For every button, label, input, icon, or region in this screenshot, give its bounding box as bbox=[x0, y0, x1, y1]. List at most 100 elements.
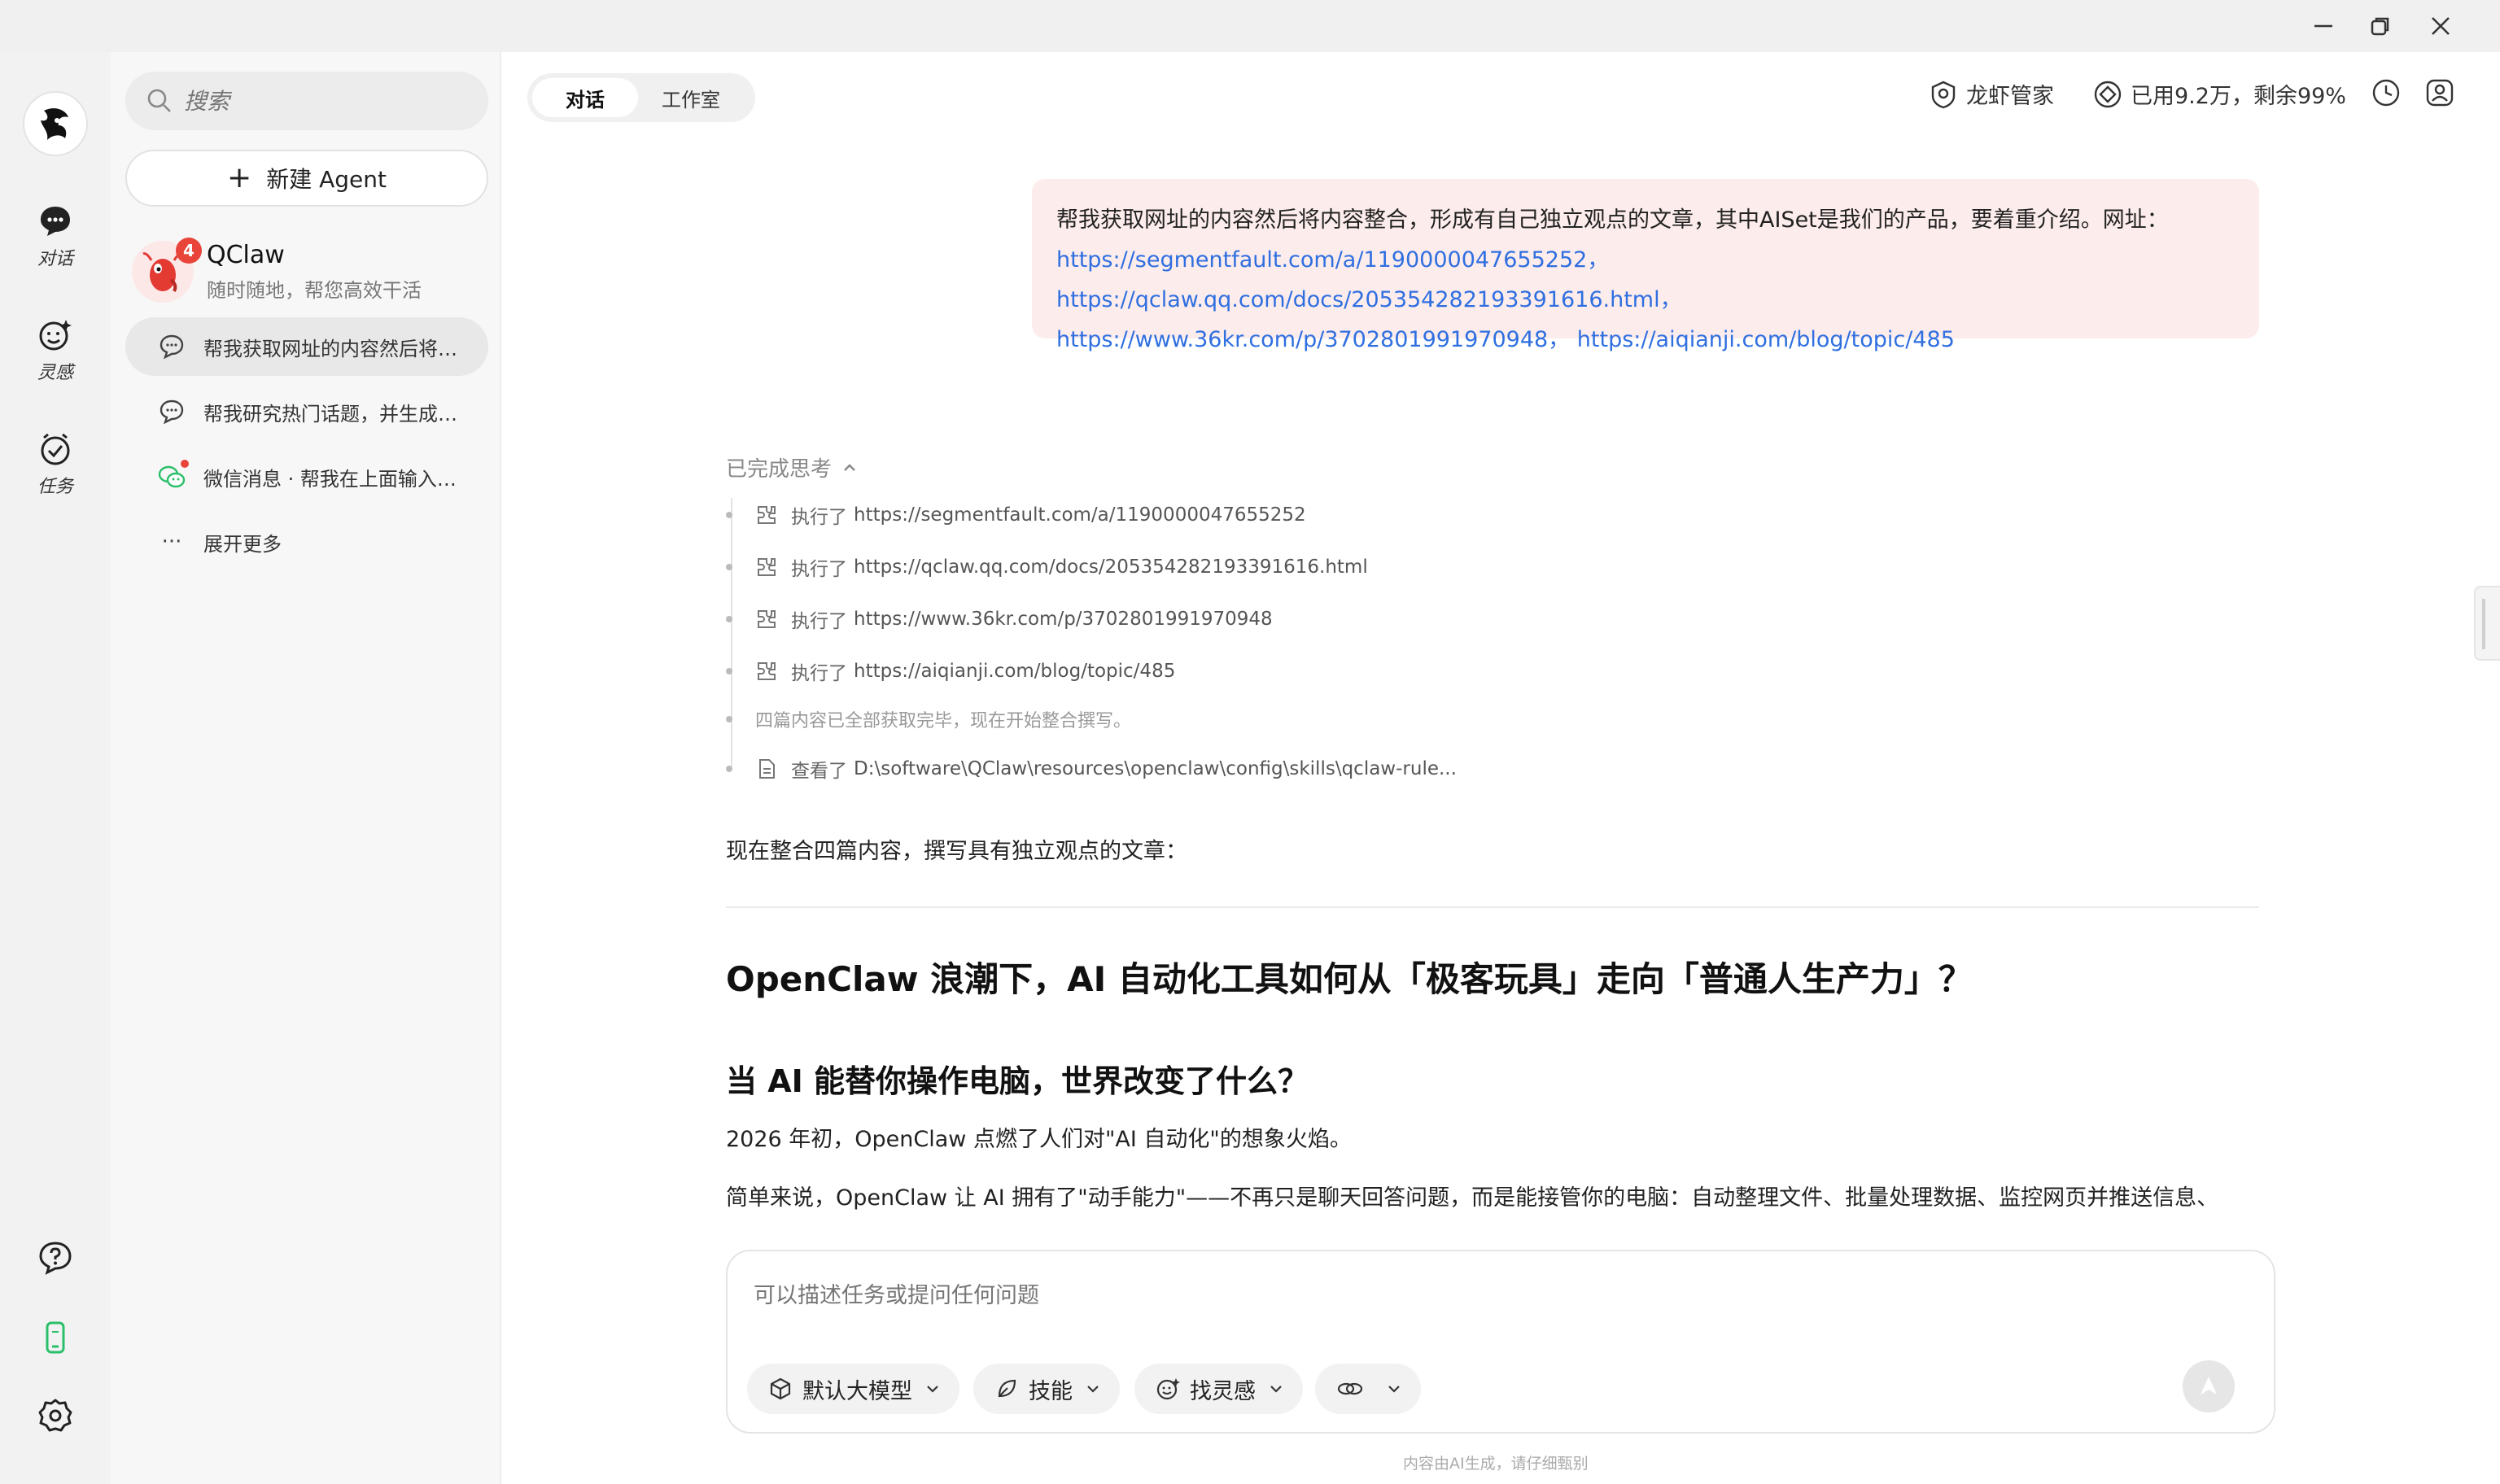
conversation-title: 微信消息 · 帮我在上面输入内容 bbox=[203, 467, 464, 491]
message-input[interactable] bbox=[754, 1277, 2218, 1318]
clock-icon bbox=[2372, 79, 2400, 107]
token-icon bbox=[2094, 81, 2122, 107]
file-icon bbox=[759, 759, 775, 779]
tool-icon bbox=[758, 610, 776, 628]
message-link[interactable]: https://qclaw.qq.com/docs/20535428219339… bbox=[1056, 287, 1682, 312]
rail-item-chat[interactable]: 对话 bbox=[0, 203, 111, 270]
manager-label: 龙虾管家 bbox=[1966, 84, 2054, 109]
new-agent-label: 新建 Agent bbox=[266, 166, 387, 193]
tool-icon bbox=[758, 662, 776, 680]
message-text: 帮我获取网址的内容然后将内容整合，形成有自己独立观点的文章，其中AISet是我们… bbox=[1056, 207, 2169, 233]
conversation-item[interactable]: 帮我获取网址的内容然后将内容整合 bbox=[125, 317, 488, 376]
tab-chat[interactable]: 对话 bbox=[532, 78, 638, 117]
step-target[interactable]: https://qclaw.qq.com/docs/20535428219339… bbox=[854, 556, 1368, 578]
skills-label: 技能 bbox=[1029, 1378, 1073, 1404]
profile-button[interactable] bbox=[2425, 78, 2463, 107]
title-bar bbox=[0, 0, 2500, 52]
step-target[interactable]: https://segmentfault.com/a/1190000047655… bbox=[854, 504, 1306, 526]
unread-badge: 4 bbox=[176, 238, 202, 264]
cube-icon bbox=[770, 1377, 791, 1400]
search-box[interactable] bbox=[125, 72, 488, 130]
usage-label: 已用9.2万，剩余99% bbox=[2131, 84, 2346, 109]
user-icon bbox=[2426, 79, 2454, 107]
link-select[interactable] bbox=[1315, 1364, 1421, 1414]
rail-label-tasks: 任务 bbox=[37, 477, 73, 497]
article-paragraph: 2026 年初，OpenClaw 点燃了人们对"AI 自动化"的想象火焰。 bbox=[726, 1127, 1352, 1152]
inspiration-select[interactable]: 找灵感 bbox=[1134, 1364, 1303, 1414]
rail-item-inspiration[interactable]: 灵感 bbox=[0, 317, 111, 384]
step-target[interactable]: D:\software\QClaw\resources\openclaw\con… bbox=[854, 758, 1457, 779]
minimize-button[interactable] bbox=[2295, 5, 2352, 47]
phone-icon bbox=[46, 1321, 65, 1354]
history-button[interactable] bbox=[2371, 78, 2409, 107]
new-agent-button[interactable]: + 新建 Agent bbox=[125, 150, 488, 207]
thinking-toggle[interactable]: 已完成思考 bbox=[726, 452, 859, 482]
smile-sparkle-icon bbox=[1156, 1378, 1180, 1400]
inspiration-label: 找灵感 bbox=[1190, 1378, 1256, 1404]
answer-intro: 现在整合四篇内容，撰写具有独立观点的文章： bbox=[726, 839, 1187, 864]
send-button[interactable] bbox=[2183, 1360, 2235, 1412]
chevron-down-icon bbox=[1270, 1386, 1282, 1393]
rail-item-tasks[interactable]: 任务 bbox=[0, 431, 111, 498]
restore-button[interactable] bbox=[2352, 5, 2409, 47]
settings-button[interactable] bbox=[0, 1398, 111, 1434]
search-icon bbox=[147, 89, 171, 112]
message-link[interactable]: https://www.36kr.com/p/3702801991970948， bbox=[1056, 327, 1570, 352]
send-arrow-icon bbox=[2201, 1377, 2217, 1395]
thinking-step: 查看了 D:\software\QClaw\resources\openclaw… bbox=[726, 755, 1457, 783]
chat-icon bbox=[160, 334, 184, 360]
plus-icon: + bbox=[227, 161, 252, 194]
message-link[interactable]: https://segmentfault.com/a/1190000047655… bbox=[1056, 247, 1609, 273]
help-button[interactable] bbox=[0, 1240, 111, 1276]
step-verb: 执行了 bbox=[791, 507, 847, 528]
message-composer: 默认大模型 技能 找灵感 bbox=[726, 1250, 2275, 1434]
close-icon bbox=[2432, 17, 2450, 35]
step-verb: 执行了 bbox=[791, 559, 847, 580]
thinking-header: 已完成思考 bbox=[726, 457, 833, 482]
usage-indicator[interactable]: 已用9.2万，剩余99% bbox=[2093, 78, 2346, 110]
conversation-item[interactable]: 帮我研究热门话题，并生成文章 bbox=[125, 382, 488, 441]
search-input[interactable] bbox=[184, 87, 461, 115]
step-bullet bbox=[726, 716, 732, 722]
side-panel-handle[interactable] bbox=[2474, 586, 2500, 661]
close-button[interactable] bbox=[2412, 5, 2469, 47]
agent-card-qclaw[interactable]: 4 QClaw 随时随地，帮您高效干活 bbox=[132, 231, 490, 312]
chevron-up-icon bbox=[844, 463, 855, 471]
step-verb: 执行了 bbox=[791, 611, 847, 632]
step-verb: 查看了 bbox=[791, 761, 847, 782]
tool-icon bbox=[758, 558, 776, 576]
expand-more-label: 展开更多 bbox=[203, 532, 282, 556]
tab-studio[interactable]: 工作室 bbox=[638, 78, 744, 117]
step-target[interactable]: https://www.36kr.com/p/3702801991970948 bbox=[854, 609, 1273, 630]
chat-bubble-icon bbox=[41, 207, 70, 236]
message-link[interactable]: https://aiqianji.com/blog/topic/485 bbox=[1577, 327, 1955, 352]
divider bbox=[726, 906, 2259, 908]
check-clock-icon bbox=[41, 433, 70, 465]
skills-select[interactable]: 技能 bbox=[973, 1364, 1120, 1414]
thinking-step: 执行了 https://www.36kr.com/p/3702801991970… bbox=[726, 605, 1273, 633]
more-icon: ··· bbox=[161, 530, 182, 554]
conversation-item-wechat[interactable]: 微信消息 · 帮我在上面输入内容 bbox=[125, 447, 488, 506]
avatar-logo-icon bbox=[41, 108, 68, 140]
unread-dot bbox=[181, 460, 189, 468]
agent-subtitle: 随时随地，帮您高效干活 bbox=[207, 279, 422, 302]
minimize-icon bbox=[2314, 24, 2332, 28]
manager-button[interactable]: 龙虾管家 bbox=[1929, 78, 2054, 110]
link-icon bbox=[1337, 1382, 1363, 1395]
step-bullet bbox=[726, 766, 732, 772]
shield-icon bbox=[1931, 81, 1956, 108]
model-select[interactable]: 默认大模型 bbox=[747, 1364, 959, 1414]
help-icon bbox=[39, 1242, 72, 1275]
step-bullet bbox=[726, 668, 732, 674]
agent-name: QClaw bbox=[207, 241, 285, 269]
chevron-down-icon bbox=[1388, 1386, 1400, 1393]
step-note: 四篇内容已全部获取完毕，现在开始整合撰写。 bbox=[755, 711, 1132, 731]
user-avatar[interactable] bbox=[23, 91, 88, 156]
expand-more-button[interactable]: ··· 展开更多 bbox=[125, 513, 488, 571]
phone-button[interactable] bbox=[0, 1320, 111, 1355]
thinking-step-note: 四篇内容已全部获取完毕，现在开始整合撰写。 bbox=[726, 706, 1131, 732]
rail-label-inspiration: 灵感 bbox=[37, 363, 73, 383]
step-target[interactable]: https://aiqianji.com/blog/topic/485 bbox=[854, 661, 1175, 682]
wechat-icon bbox=[158, 465, 186, 488]
conversation-title: 帮我研究热门话题，并生成文章 bbox=[203, 402, 464, 426]
